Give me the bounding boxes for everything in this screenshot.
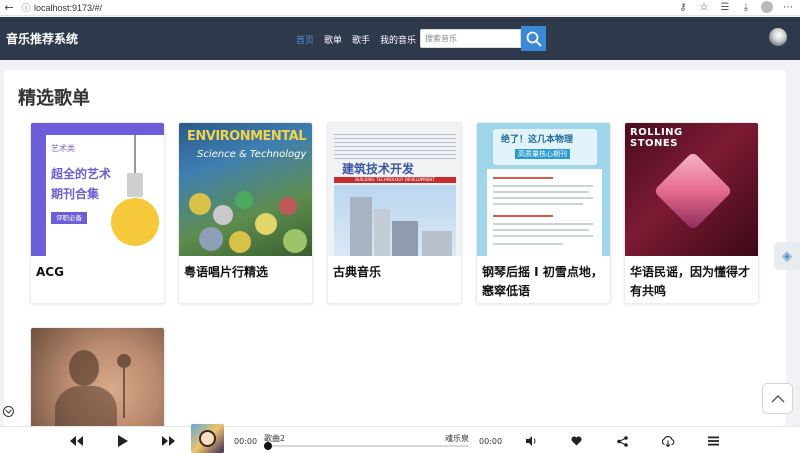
volume-button[interactable] [523,433,539,449]
back-icon[interactable]: ← [0,1,18,14]
cover-text: 绝了！这几本物理 [501,135,574,145]
progress-handle[interactable] [264,442,272,450]
playlist-cover[interactable]: ROLLING STONES [625,123,758,256]
share-icon [616,435,628,447]
heart-icon [570,436,582,446]
playlist-title[interactable]: 钢琴后摇 I 初雪点地，窸窣低语 [482,263,607,301]
featured-playlists-panel: 精选歌单 艺术类 超全的艺术 期刊合集 评职必备 ACG ENVIRONMENT… [4,70,786,426]
browser-toolbar: ← ⓘ localhost:9173/#/ ⚷ ☆ ☰ ⤓ ⋯ [0,0,800,16]
volume-icon [525,436,535,446]
playlist-cover[interactable] [31,328,164,426]
album-thumbnail[interactable] [191,424,224,453]
search-input[interactable] [420,29,521,48]
cover-text: 建筑技术开发 [342,162,415,176]
profile-icon[interactable] [761,1,773,13]
current-time: 00:00 [234,437,258,446]
song-artist: 魂乐泉 [445,434,469,443]
app-title: 音乐推荐系统 [6,32,79,46]
section-title: 精选歌单 [18,88,90,109]
star-icon[interactable]: ☆ [698,2,710,13]
search-icon [526,31,541,46]
music-player: 00:00 歌曲2 魂乐泉 00:00 [0,426,800,453]
playlist-card[interactable]: 建筑技术开发 BUILDING TECHNOLOGY DEVELOPMENT 古… [327,122,462,304]
collections-icon[interactable]: ☰ [719,2,731,13]
playlist-cover[interactable]: ENVIRONMENTAL Science & Technology [179,123,312,256]
playlist-cover[interactable]: 艺术类 超全的艺术 期刊合集 评职必备 [31,123,164,256]
key-icon[interactable]: ⚷ [677,2,689,13]
menu-icon [707,436,719,446]
cover-text: 高质量核心期刊 [515,149,570,159]
previous-icon [69,436,83,446]
user-avatar[interactable] [769,28,787,46]
cover-text: 超全的艺术 [51,167,112,181]
cover-text: BUILDING TECHNOLOGY DEVELOPMENT [334,177,456,183]
cover-text: Science & Technology [197,149,307,160]
cover-text: 期刊合集 [51,187,100,201]
playlist-title[interactable]: 古典音乐 [333,263,458,282]
sidebar-widget-icon: ◈ [782,248,792,264]
nav-item-artists[interactable]: 歌手 [352,33,370,46]
next-icon [161,436,175,446]
next-button[interactable] [160,433,176,449]
side-float-button[interactable]: ◈ [774,242,800,270]
nav-item-my-music[interactable]: 我的音乐 [380,33,416,46]
download-button[interactable] [660,433,676,449]
playlist-title[interactable]: 粤语唱片行精选 [184,263,309,282]
playlist-button[interactable] [705,433,721,449]
chevron-up-icon [771,394,784,402]
heart-icon [653,151,733,231]
more-icon[interactable]: ⋯ [782,2,794,13]
playlist-card[interactable]: ENVIRONMENTAL Science & Technology 粤语唱片行… [178,122,313,304]
nav-item-playlists[interactable]: 歌单 [324,33,342,46]
playlist-title[interactable]: 华语民谣，因为懂得才有共鸣 [630,263,755,301]
chevron-down-icon [5,409,12,414]
cover-text: STONES [630,138,678,149]
info-icon[interactable]: ⓘ [18,1,34,14]
expand-button[interactable] [3,406,14,417]
nav-item-home[interactable]: 首页 [296,33,314,46]
previous-button[interactable] [68,433,84,449]
play-button[interactable] [114,433,130,449]
play-icon [117,435,128,447]
download-icon[interactable]: ⤓ [740,2,752,13]
cover-text: ENVIRONMENTAL [187,129,307,144]
playlist-card[interactable]: ROLLING STONES 华语民谣，因为懂得才有共鸣 [624,122,759,304]
share-button[interactable] [614,433,630,449]
cover-tag: 评职必备 [51,212,87,224]
playlist-card[interactable] [30,327,165,426]
like-button[interactable] [568,433,584,449]
back-to-top-button[interactable] [762,383,793,414]
total-time: 00:00 [479,437,503,446]
playlist-cover[interactable]: 绝了！这几本物理 高质量核心期刊 [477,123,610,256]
search-button[interactable] [521,26,546,51]
cover-badge: 艺术类 [51,144,75,153]
playlist-card[interactable]: 绝了！这几本物理 高质量核心期刊 钢琴后摇 I 初雪点地，窸窣低语 [476,122,611,304]
main-nav: 首页 歌单 歌手 我的音乐 [296,33,416,46]
address-bar[interactable]: localhost:9173/#/ [34,3,102,13]
playlist-title[interactable]: ACG [36,263,161,282]
progress-bar[interactable] [267,445,469,447]
lightbulb-icon [111,198,159,246]
playlist-card[interactable]: 艺术类 超全的艺术 期刊合集 评职必备 ACG [30,122,165,304]
app-header: 音乐推荐系统 首页 歌单 歌手 我的音乐 [0,17,800,60]
playlist-cover[interactable]: 建筑技术开发 BUILDING TECHNOLOGY DEVELOPMENT [328,123,461,256]
browser-actions: ⚷ ☆ ☰ ⤓ ⋯ [677,1,794,13]
cloud-download-icon [661,435,675,447]
cover-text: ROLLING [630,127,683,138]
